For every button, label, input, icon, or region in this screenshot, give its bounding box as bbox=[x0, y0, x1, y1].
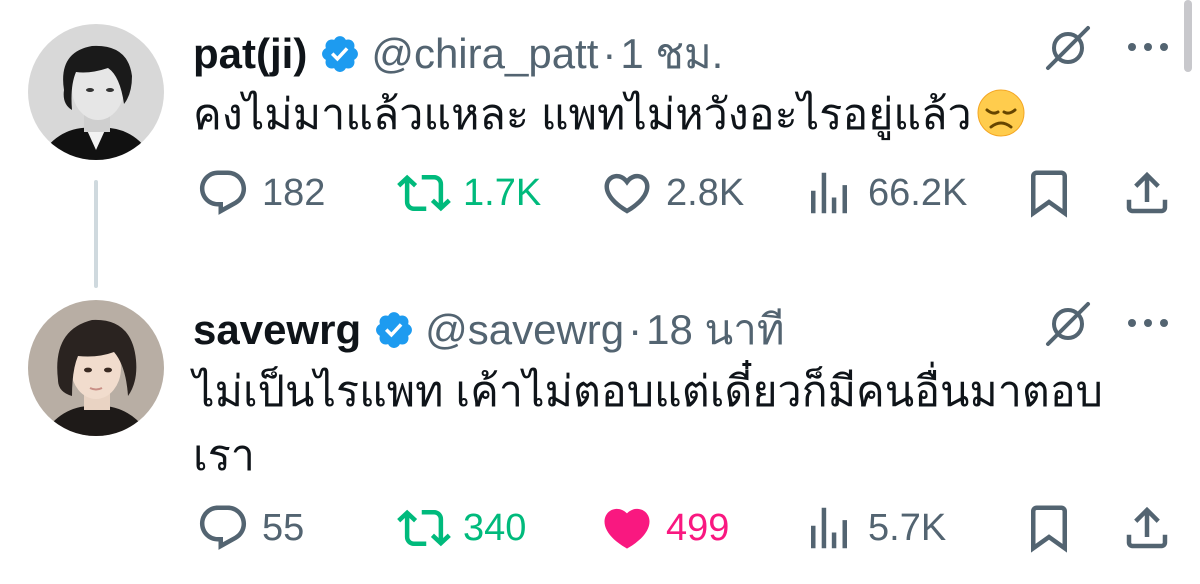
heart-filled-icon bbox=[604, 508, 650, 549]
share-icon bbox=[1126, 171, 1168, 214]
tweet-header: pat(ji) @chira_patt · 1 ชม. bbox=[193, 21, 723, 87]
retweet-count: 340 bbox=[463, 506, 527, 549]
heart-icon bbox=[604, 173, 650, 214]
tweet-actions: 182 1.7K 2.8K 66.2K bbox=[190, 163, 1180, 223]
reply-button[interactable]: 55 bbox=[196, 498, 304, 558]
tweet-text-line: ไม่เป็นไรแพท เค้าไม่ตอบแต่เดี๋ยวก็มีคนอื… bbox=[193, 368, 1103, 416]
like-button[interactable]: 499 bbox=[600, 498, 729, 558]
views-button[interactable]: 5.7K bbox=[802, 498, 946, 558]
grok-icon[interactable] bbox=[1044, 300, 1092, 348]
thread-connector-line bbox=[94, 180, 98, 288]
more-options-icon[interactable] bbox=[1124, 313, 1172, 333]
retweet-count: 1.7K bbox=[463, 171, 542, 214]
views-count: 66.2K bbox=[868, 171, 968, 214]
disappointed-face-icon bbox=[976, 88, 1026, 152]
share-icon bbox=[1126, 506, 1168, 549]
tweet-text-line: คงไม่มาแล้วแหละ แพทไม่หวังอะไรอยู่แล้ว bbox=[193, 91, 972, 139]
reply-icon bbox=[199, 505, 247, 550]
separator-dot: · bbox=[628, 306, 643, 353]
tweet-text: ไม่เป็นไรแพท เค้าไม่ตอบแต่เดี๋ยวก็มีคนอื… bbox=[193, 360, 1153, 488]
display-name[interactable]: savewrg bbox=[193, 306, 361, 354]
scrollbar[interactable] bbox=[1184, 0, 1192, 72]
retweet-icon bbox=[397, 509, 451, 547]
like-count: 499 bbox=[666, 506, 730, 549]
like-button[interactable]: 2.8K bbox=[600, 163, 744, 223]
reply-count: 55 bbox=[262, 506, 305, 549]
share-button[interactable] bbox=[1120, 498, 1186, 558]
bookmark-icon bbox=[1031, 170, 1067, 218]
verified-badge-icon bbox=[373, 309, 415, 351]
bookmark-icon bbox=[1031, 505, 1067, 553]
retweet-icon bbox=[397, 174, 451, 212]
tweet-actions: 55 340 499 5.7K bbox=[190, 498, 1180, 558]
share-button[interactable] bbox=[1120, 163, 1186, 223]
retweet-button[interactable]: 1.7K bbox=[397, 163, 541, 223]
user-handle[interactable]: @savewrg bbox=[425, 306, 624, 354]
display-name[interactable]: pat(ji) bbox=[193, 30, 307, 78]
user-handle[interactable]: @chira_patt bbox=[371, 30, 598, 78]
separator-dot: · bbox=[602, 30, 617, 77]
more-options-icon[interactable] bbox=[1124, 37, 1172, 57]
tweet-text-line: เรา bbox=[193, 432, 255, 480]
views-icon bbox=[811, 507, 847, 549]
reply-icon bbox=[199, 170, 247, 215]
timestamp[interactable]: 1 ชม. bbox=[620, 21, 723, 87]
avatar-savewrg[interactable] bbox=[28, 300, 164, 436]
reply-button[interactable]: 182 bbox=[196, 163, 325, 223]
bookmark-button[interactable] bbox=[1022, 498, 1088, 558]
bookmark-button[interactable] bbox=[1022, 163, 1088, 223]
grok-icon[interactable] bbox=[1044, 24, 1092, 72]
like-count: 2.8K bbox=[666, 171, 745, 214]
tweet-text: คงไม่มาแล้วแหละ แพทไม่หวังอะไรอยู่แล้ว bbox=[193, 87, 1153, 152]
tweet-header: savewrg @savewrg · 18 นาที bbox=[193, 297, 785, 363]
verified-badge-icon bbox=[319, 33, 361, 75]
avatar-pat[interactable] bbox=[28, 24, 164, 160]
views-icon bbox=[811, 172, 847, 214]
retweet-button[interactable]: 340 bbox=[397, 498, 526, 558]
views-count: 5.7K bbox=[868, 506, 947, 549]
reply-count: 182 bbox=[262, 171, 326, 214]
timestamp[interactable]: 18 นาที bbox=[646, 297, 784, 363]
views-button[interactable]: 66.2K bbox=[802, 163, 967, 223]
